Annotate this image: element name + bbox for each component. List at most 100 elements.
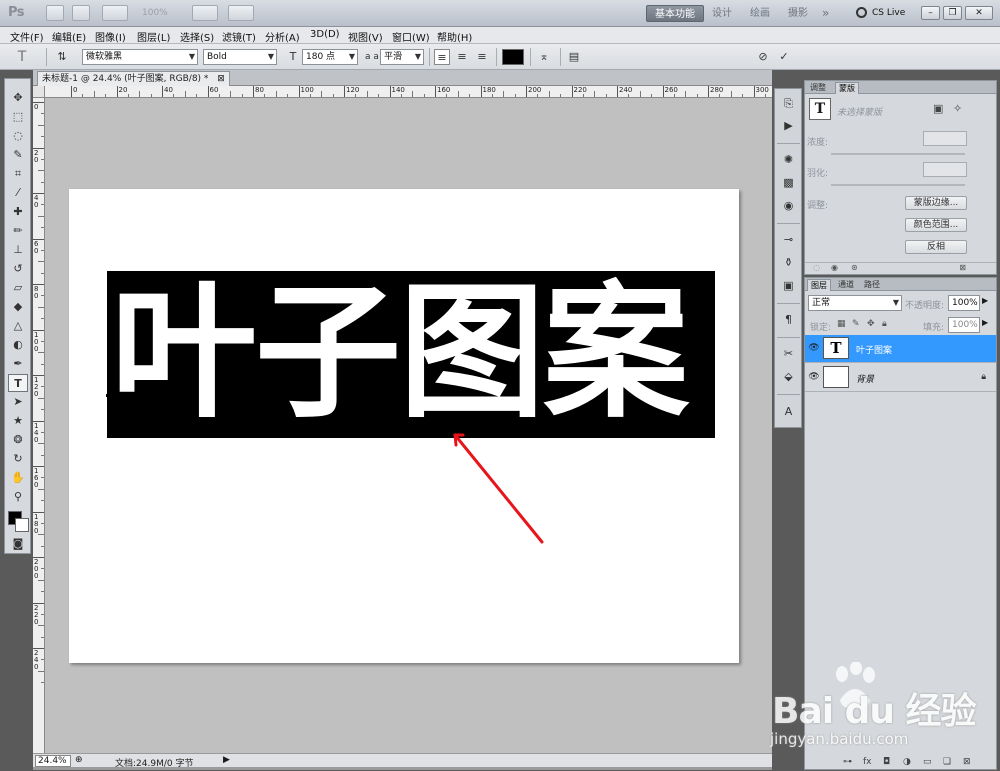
align-right-icon[interactable]: ≡: [474, 49, 490, 65]
menu-help[interactable]: 帮助(H): [437, 29, 472, 44]
3d-panel-icon[interactable]: ✂: [780, 345, 797, 362]
status-menu-arrow-icon[interactable]: ▶: [223, 755, 230, 765]
align-center-icon[interactable]: ≡: [454, 49, 470, 65]
crop-tool-icon[interactable]: ⌗: [8, 165, 28, 183]
paint-bucket-tool-icon[interactable]: ◆: [8, 298, 28, 316]
dodge-tool-icon[interactable]: ◐: [8, 336, 28, 354]
color-panel-icon[interactable]: ✺: [780, 151, 797, 168]
cs-live-icon[interactable]: [856, 7, 867, 18]
menu-filter[interactable]: 滤镜(T): [222, 29, 256, 44]
apply-mask-icon[interactable]: ◉: [831, 263, 838, 272]
load-selection-icon[interactable]: ◌: [813, 263, 820, 272]
horizontal-ruler[interactable]: 0 20 40 60 80 100 120 140 160 180 200 220 240 260 280 3…: [45, 86, 772, 98]
tab-adjustments[interactable]: 调整: [807, 82, 829, 94]
menu-window[interactable]: 窗口(W): [392, 29, 430, 44]
layer-row[interactable]: 👁︎ T 叶子图案: [805, 335, 996, 363]
ruler-origin[interactable]: [33, 86, 45, 98]
zoom-level-menu[interactable]: 100%: [142, 8, 168, 18]
canvas[interactable]: 叶子图案: [69, 189, 739, 663]
antialias-select[interactable]: 平滑 ▼: [380, 49, 424, 65]
paragraph-panel-icon[interactable]: ¶: [780, 311, 797, 328]
color-range-button[interactable]: 颜色范围...: [905, 218, 967, 232]
lock-transparent-icon[interactable]: ▦: [837, 319, 846, 329]
eraser-tool-icon[interactable]: ▱: [8, 279, 28, 297]
invert-button[interactable]: 反相: [905, 240, 967, 254]
toggle-orientation-icon[interactable]: ⇅: [54, 49, 70, 65]
actions-panel-icon[interactable]: ▶: [780, 117, 797, 134]
history-panel-icon[interactable]: ⎘: [780, 95, 797, 112]
font-family-select[interactable]: 微软雅黑 ▼: [82, 49, 198, 65]
density-slider[interactable]: [831, 153, 965, 155]
background-color[interactable]: [15, 518, 29, 532]
tab-layers[interactable]: 图层: [807, 279, 831, 291]
disable-mask-icon[interactable]: ⊛: [851, 263, 858, 272]
document-tab[interactable]: 未标题-1 @ 24.4% (叶子图案, RGB/8) * ⊠: [37, 71, 230, 86]
align-left-icon[interactable]: ≡: [434, 49, 450, 65]
close-window-button[interactable]: ✕: [965, 6, 993, 20]
bridge-button[interactable]: [46, 5, 64, 21]
canvas-text[interactable]: 叶子图案: [111, 273, 689, 433]
menu-edit[interactable]: 编辑(E): [52, 29, 86, 44]
tool-preset-icon[interactable]: T: [14, 49, 30, 65]
menu-view[interactable]: 视图(V): [348, 29, 383, 44]
font-style-select[interactable]: Bold ▼: [203, 49, 277, 65]
lock-all-icon[interactable]: 🔒︎: [882, 319, 887, 329]
warp-text-icon[interactable]: ⌅: [536, 49, 552, 65]
opacity-field[interactable]: 100%: [948, 295, 980, 311]
fill-slider-arrow-icon[interactable]: ▶: [982, 318, 988, 327]
mask-edge-button[interactable]: 蒙版边缘...: [905, 196, 967, 210]
menu-layer[interactable]: 图层(L): [137, 29, 170, 44]
brush-tool-icon[interactable]: ✏: [8, 222, 28, 240]
menu-analysis[interactable]: 分析(A): [265, 29, 300, 44]
screen-mode-button[interactable]: [228, 5, 254, 21]
opacity-slider-arrow-icon[interactable]: ▶: [982, 296, 988, 305]
3d-rotate-tool-icon[interactable]: ❂: [8, 431, 28, 449]
swatches-panel-icon[interactable]: ▩: [780, 174, 797, 191]
lasso-tool-icon[interactable]: ◌: [8, 127, 28, 145]
history-brush-tool-icon[interactable]: ↺: [8, 260, 28, 278]
minimize-button[interactable]: –: [921, 6, 940, 20]
restore-button[interactable]: ❐: [943, 6, 962, 20]
lock-image-icon[interactable]: ✎: [852, 319, 860, 329]
status-info-icon[interactable]: ⊕: [75, 755, 83, 765]
layer-row[interactable]: 👁︎ 背景 🔒︎: [805, 364, 996, 392]
text-layer-block[interactable]: 叶子图案: [107, 271, 715, 438]
menu-image[interactable]: 图像(I): [95, 29, 126, 44]
minibridge-button[interactable]: [72, 5, 90, 21]
workspace-photography[interactable]: 摄影: [780, 5, 816, 22]
move-tool-icon[interactable]: ✥: [8, 89, 28, 107]
feather-slider[interactable]: [831, 184, 965, 186]
type-tool-icon[interactable]: T: [8, 374, 28, 392]
tab-paths[interactable]: 路径: [861, 279, 883, 291]
more-workspaces-button[interactable]: »: [814, 5, 837, 22]
lock-position-icon[interactable]: ✥: [867, 319, 875, 329]
character-panel-icon[interactable]: ▤: [566, 49, 582, 65]
workspace-painting[interactable]: 绘画: [742, 5, 778, 22]
path-selection-tool-icon[interactable]: ➤: [8, 393, 28, 411]
tab-masks[interactable]: 蒙版: [835, 82, 859, 94]
font-size-select[interactable]: 180 点 ▼: [302, 49, 358, 65]
visibility-eye-icon[interactable]: 👁︎: [807, 369, 821, 385]
arrange-documents-button[interactable]: [192, 5, 218, 21]
zoom-field[interactable]: 24.4%: [35, 755, 71, 767]
fill-field[interactable]: 100%: [948, 317, 980, 333]
tool-presets-panel-icon[interactable]: ▣: [780, 277, 797, 294]
pixel-mask-icon[interactable]: ▣: [933, 102, 943, 115]
healing-brush-tool-icon[interactable]: ✚: [8, 203, 28, 221]
character-panel-icon[interactable]: A: [780, 403, 797, 420]
blur-tool-icon[interactable]: △: [8, 317, 28, 335]
marquee-tool-icon[interactable]: ⬚: [8, 108, 28, 126]
blend-mode-select[interactable]: 正常 ▼: [808, 295, 902, 311]
tab-channels[interactable]: 通道: [835, 279, 857, 291]
cancel-edit-icon[interactable]: ⊘: [755, 49, 771, 65]
view-extras-button[interactable]: [102, 5, 128, 21]
styles-panel-icon[interactable]: ◉: [780, 197, 797, 214]
zoom-tool-icon[interactable]: ⚲: [8, 488, 28, 506]
menu-file[interactable]: 文件(F): [10, 29, 44, 44]
density-field[interactable]: [923, 131, 967, 146]
quick-mask-icon[interactable]: ◙: [8, 535, 28, 553]
measurement-panel-icon[interactable]: ⬙: [780, 368, 797, 385]
clone-stamp-tool-icon[interactable]: ⊥: [8, 241, 28, 259]
workspace-essentials[interactable]: 基本功能: [646, 5, 704, 22]
visibility-eye-icon[interactable]: 👁︎: [807, 340, 821, 356]
